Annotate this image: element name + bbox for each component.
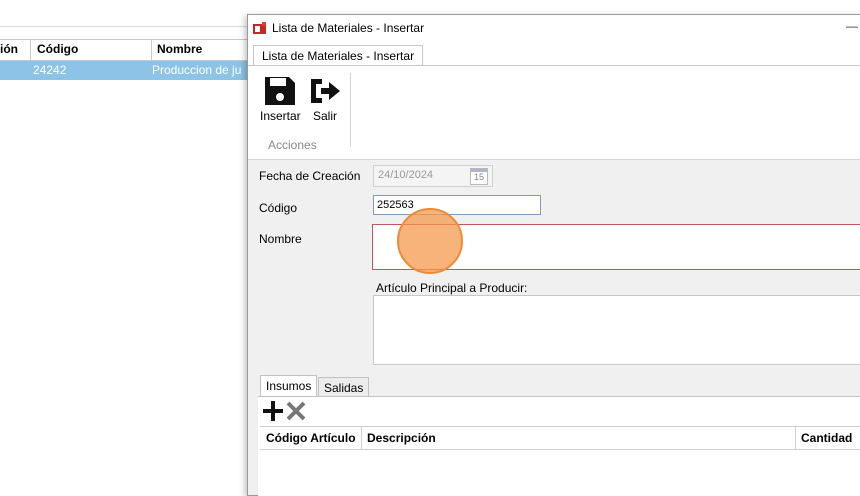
cell-codigo: 24242	[33, 63, 67, 77]
tab-salidas[interactable]: Salidas	[318, 377, 370, 398]
delete-icon[interactable]	[285, 400, 307, 422]
nombre-label: Nombre	[259, 232, 302, 246]
app-icon	[253, 22, 266, 34]
exit-label: Salir	[312, 109, 337, 123]
insert-button[interactable]: Insertar	[260, 75, 301, 123]
fecha-label: Fecha de Creación	[259, 169, 361, 183]
fecha-value: 24/10/2024	[378, 169, 434, 181]
column-divider	[361, 427, 362, 449]
dialog-title: Lista de Materiales - Insertar	[272, 21, 425, 35]
column-header-cantidad[interactable]: Cantidad	[801, 431, 852, 445]
codigo-value: 252563	[377, 199, 414, 211]
click-indicator	[397, 208, 463, 274]
column-divider	[151, 39, 152, 61]
column-header-codigo-articulo[interactable]: Código Artículo	[266, 431, 356, 445]
save-icon	[265, 77, 296, 105]
fecha-date-picker[interactable]: 24/10/2024 15	[373, 165, 493, 187]
exit-icon	[311, 79, 340, 103]
minimize-button[interactable]: —	[846, 19, 858, 33]
cell-nombre: Produccion de ju	[152, 63, 242, 77]
insert-dialog: Lista de Materiales - Insertar — Lista d…	[247, 14, 860, 496]
table-row[interactable]: 24242 Produccion de ju	[0, 61, 250, 80]
add-icon[interactable]	[262, 400, 284, 422]
calendar-icon[interactable]: 15	[470, 168, 488, 185]
codigo-input[interactable]: 252563	[373, 195, 541, 215]
tab-insumos[interactable]: Insumos	[260, 375, 318, 398]
column-header-partial[interactable]: ión	[0, 42, 18, 56]
ribbon-group-separator	[350, 73, 351, 147]
background-grid-header: ión Código Nombre	[0, 39, 250, 61]
column-header-codigo[interactable]: Código	[37, 42, 78, 56]
insumos-grid-header: Código Artículo Descripción Cantidad	[260, 426, 860, 450]
ribbon: Lista de Materiales - Insertar Insertar …	[248, 41, 860, 160]
dialog-titlebar[interactable]: Lista de Materiales - Insertar —	[248, 15, 860, 41]
articulo-textarea[interactable]	[373, 295, 860, 365]
insert-label: Insertar	[260, 109, 301, 123]
articulo-label: Artículo Principal a Producir:	[376, 281, 528, 295]
codigo-label: Código	[259, 201, 298, 215]
column-header-nombre[interactable]: Nombre	[157, 42, 202, 56]
column-divider	[795, 427, 796, 449]
exit-button[interactable]: Salir	[308, 75, 342, 123]
ribbon-tab-underline	[248, 65, 860, 66]
column-header-descripcion[interactable]: Descripción	[367, 431, 436, 445]
ribbon-tab[interactable]: Lista de Materiales - Insertar	[253, 45, 424, 66]
column-divider	[30, 39, 31, 61]
ribbon-group-label: Acciones	[268, 138, 317, 152]
